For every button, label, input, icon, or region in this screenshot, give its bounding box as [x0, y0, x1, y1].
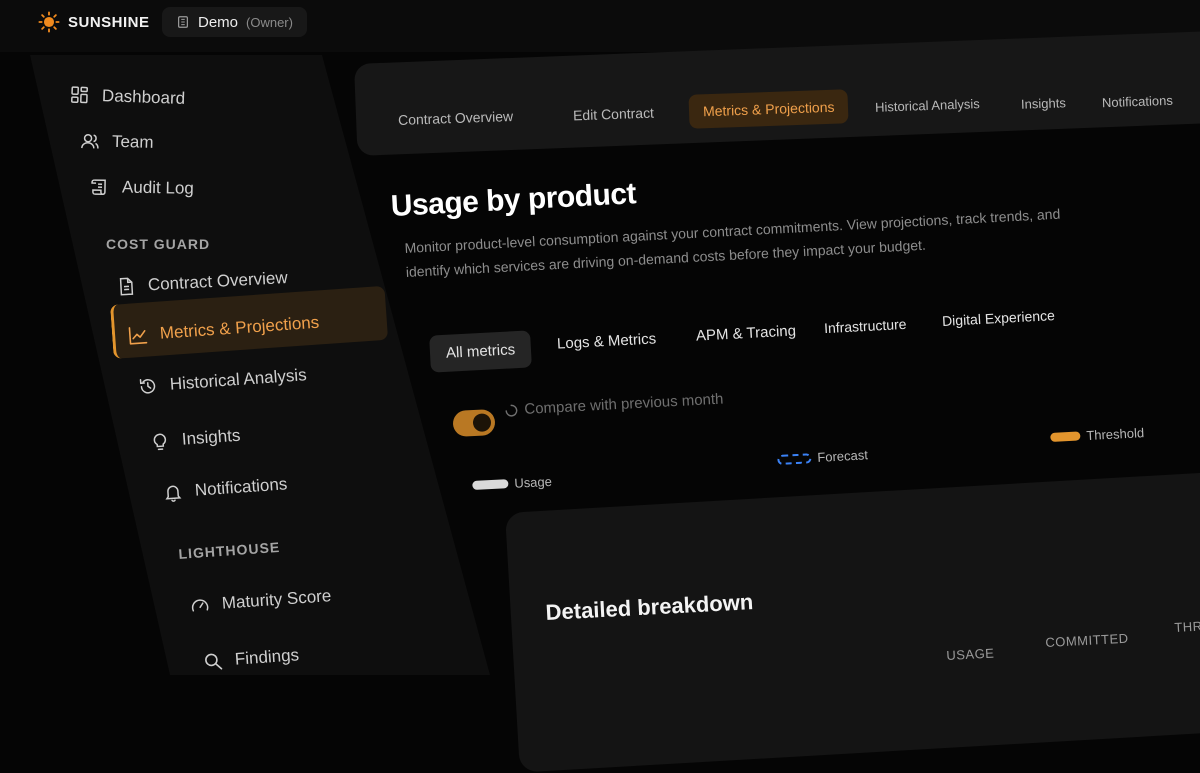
chart-line-icon [127, 325, 148, 346]
lightbulb-icon [149, 431, 170, 452]
workspace-role: (Owner) [246, 15, 293, 30]
page-title: Usage by product [390, 177, 637, 224]
sidebar-item-label: Audit Log [122, 178, 194, 199]
sidebar-item-dashboard[interactable]: Dashboard [70, 85, 186, 109]
tab-edit-contract[interactable]: Edit Contract [573, 105, 654, 124]
legend-label: Threshold [1086, 425, 1145, 443]
loading-spinner-icon [504, 403, 519, 418]
history-icon [137, 376, 158, 397]
threshold-swatch [1050, 431, 1080, 442]
sidebar-item-audit-log[interactable]: Audit Log [90, 177, 194, 199]
tab-metrics-projections[interactable]: Metrics & Projections [688, 89, 849, 129]
filter-apm-tracing[interactable]: APM & Tracing [696, 322, 797, 344]
legend-forecast: Forecast [777, 447, 868, 467]
grid-icon [70, 85, 91, 106]
column-header-usage[interactable]: USAGE [946, 645, 995, 662]
sun-icon [38, 11, 60, 33]
filter-digital-experience[interactable]: Digital Experience [942, 307, 1056, 329]
compare-label-group: Compare with previous month [504, 391, 724, 419]
brand-logo[interactable]: SUNSHINE [38, 11, 150, 33]
sidebar-item-label: Insights [181, 426, 241, 450]
filter-infrastructure[interactable]: Infrastructure [824, 316, 907, 336]
filter-logs-metrics[interactable]: Logs & Metrics [557, 330, 657, 352]
compare-label: Compare with previous month [524, 391, 724, 418]
workspace-switcher[interactable]: Demo (Owner) [162, 7, 307, 37]
sidebar-item-team[interactable]: Team [80, 131, 154, 153]
usage-swatch [472, 479, 508, 490]
legend-label: Usage [514, 474, 552, 491]
filter-all-metrics[interactable]: All metrics [429, 330, 532, 372]
gauge-icon [189, 595, 210, 616]
sidebar-item-label: Dashboard [102, 86, 186, 109]
scroll-icon [90, 177, 110, 197]
column-header-threshold[interactable]: THRE [1174, 618, 1200, 635]
bell-icon [162, 482, 183, 503]
tab-notifications[interactable]: Notifications [1102, 93, 1173, 110]
users-icon [80, 131, 101, 152]
legend-label: Forecast [817, 447, 868, 465]
building-icon [176, 15, 190, 29]
legend-threshold: Threshold [1050, 425, 1144, 445]
sidebar-section-title: COST GUARD [106, 236, 210, 252]
toggle-knob [473, 413, 492, 432]
sidebar-item-label: Team [112, 132, 154, 153]
tab-insights[interactable]: Insights [1021, 95, 1066, 112]
forecast-swatch [777, 453, 811, 465]
compare-toggle[interactable] [452, 409, 495, 437]
document-icon [115, 276, 136, 297]
workspace-name: Demo [198, 14, 238, 31]
search-icon [202, 651, 223, 672]
legend-usage: Usage [472, 474, 552, 493]
brand-name: SUNSHINE [68, 14, 150, 31]
